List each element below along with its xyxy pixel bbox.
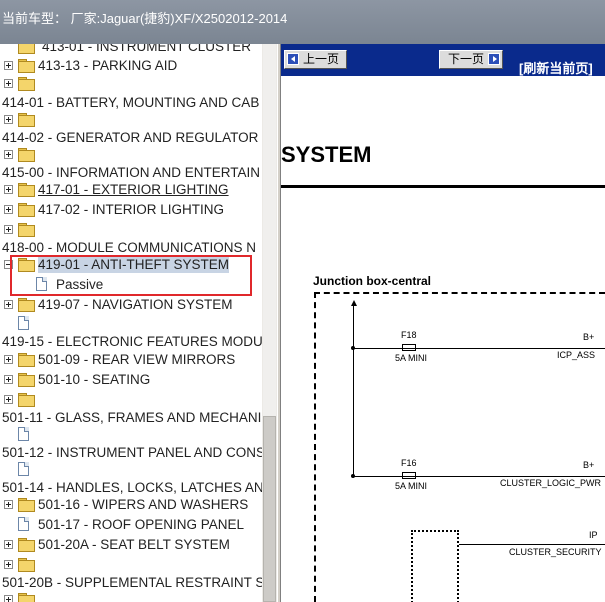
arrow-left-icon [287, 53, 299, 65]
folder-icon [18, 393, 35, 407]
bus-line [353, 306, 354, 476]
expand-icon[interactable] [4, 115, 13, 124]
tree-node-label: 419-15 - ELECTRONIC FEATURES MODUL [2, 334, 262, 349]
tree-node-label: 501-09 - REAR VIEW MIRRORS [38, 352, 236, 367]
tree-node-label: 501-14 - HANDLES, LOCKS, LATCHES AND [2, 480, 262, 495]
page-nav-bar: 上一页 下一页 [刷新当前页] [281, 44, 605, 76]
junction-box-border [314, 292, 316, 602]
tree-node-label: 501-11 - GLASS, FRAMES AND MECHANIS [2, 410, 262, 425]
tree-node-label: 501-20A - SEAT BELT SYSTEM [38, 537, 230, 552]
expand-icon[interactable] [4, 395, 13, 404]
tree-node-label: 501-12 - INSTRUMENT PANEL AND CONS [2, 445, 262, 460]
fuse-label: F16 [401, 458, 417, 468]
wire [459, 544, 605, 545]
expand-icon[interactable] [4, 61, 13, 70]
tree-node-label: 417-01 - EXTERIOR LIGHTING [38, 182, 229, 197]
expand-icon[interactable] [4, 375, 13, 384]
page-heading: SYSTEM [281, 142, 372, 167]
expand-icon[interactable] [4, 300, 13, 309]
document-icon [18, 462, 29, 476]
tree-scrollbar[interactable] [262, 44, 277, 602]
expand-icon[interactable] [4, 79, 13, 88]
next-page-label: 下一页 [448, 52, 485, 66]
prev-page-label: 上一页 [303, 52, 340, 66]
folder-icon [18, 498, 35, 512]
arrow-right-icon [488, 53, 500, 65]
tree-node-label: 418-00 - MODULE COMMUNICATIONS N [2, 240, 257, 255]
signal-label: CLUSTER_LOGIC_PWR [500, 478, 602, 488]
wire [353, 476, 605, 477]
tree-node-label: 501-10 - SEATING [38, 372, 151, 387]
power-arrow-icon [351, 300, 357, 306]
folder-icon [18, 148, 35, 162]
fuse-rating: 5A MINI [395, 481, 428, 491]
folder-icon [18, 353, 35, 367]
expand-icon[interactable] [4, 150, 13, 159]
folder-icon [18, 298, 35, 312]
wire [353, 348, 605, 349]
tree-node-label: 417-02 - INTERIOR LIGHTING [38, 202, 225, 217]
expand-icon[interactable] [4, 500, 13, 509]
signal-label: ICP_ASS [557, 350, 596, 360]
expand-icon[interactable] [4, 205, 13, 214]
tree-node-label: 414-02 - GENERATOR AND REGULATOR [2, 130, 259, 145]
expand-icon[interactable] [4, 560, 13, 569]
junction-box-title: Junction box-central [313, 274, 432, 288]
junction-box-border [314, 292, 605, 294]
vehicle-model-label: 当前车型： 厂家:Jaguar(捷豹)XF/X2502012-2014 [2, 11, 288, 26]
tree-node-label: 413-01 - INSTRUMENT CLUSTER [42, 44, 252, 54]
document-pane: 上一页 下一页 [刷新当前页] SYSTEM Junction box-cent… [281, 44, 605, 602]
folder-icon [18, 77, 35, 91]
folder-icon [18, 373, 35, 387]
document-icon [18, 427, 29, 441]
tree-node-label: 501-20B - SUPPLEMENTAL RESTRAINT SY [2, 575, 262, 590]
highlight-box [10, 255, 252, 296]
folder-icon [18, 183, 35, 197]
pin-label: B+ [583, 460, 595, 470]
folder-icon [18, 59, 35, 73]
scrollbar-thumb[interactable] [263, 416, 276, 602]
document-icon [18, 517, 29, 531]
folder-icon [18, 223, 35, 237]
folder-icon [18, 44, 35, 54]
tree-node-label: 501-17 - ROOF OPENING PANEL [38, 517, 245, 532]
heading-rule [281, 185, 605, 188]
tree-node-label: 413-13 - PARKING AID [38, 58, 178, 73]
refresh-page-link[interactable]: [刷新当前页] [519, 58, 593, 77]
folder-icon [18, 113, 35, 127]
expand-icon[interactable] [4, 185, 13, 194]
tree-node-label: 501-16 - WIPERS AND WASHERS [38, 497, 249, 512]
tree-node-label: 419-07 - NAVIGATION SYSTEM [38, 297, 233, 312]
next-page-button[interactable]: 下一页 [439, 50, 503, 69]
signal-label: CLUSTER_SECURITY [509, 547, 602, 557]
tree-node-label: 415-00 - INFORMATION AND ENTERTAIN [2, 165, 261, 180]
folder-icon [18, 538, 35, 552]
pin-label: IP [589, 530, 598, 540]
fuse-rating: 5A MINI [395, 353, 428, 363]
document-icon [18, 316, 29, 330]
folder-icon [18, 558, 35, 572]
tree-node-label: 414-01 - BATTERY, MOUNTING AND CAB [2, 95, 260, 110]
expand-icon[interactable] [4, 540, 13, 549]
folder-icon [18, 203, 35, 217]
folder-icon [18, 593, 35, 602]
module-dotted-box [411, 530, 459, 602]
expand-icon[interactable] [4, 225, 13, 234]
pin-label: B+ [583, 332, 595, 342]
titlebar: 当前车型： 厂家:Jaguar(捷豹)XF/X2502012-2014 [0, 0, 605, 44]
expand-icon[interactable] [4, 355, 13, 364]
fuse-label: F18 [401, 330, 417, 340]
expand-icon[interactable] [4, 595, 13, 602]
section-tree[interactable]: 413-01 - INSTRUMENT CLUSTER 413-13 - PAR… [0, 44, 262, 602]
prev-page-button[interactable]: 上一页 [284, 50, 347, 69]
